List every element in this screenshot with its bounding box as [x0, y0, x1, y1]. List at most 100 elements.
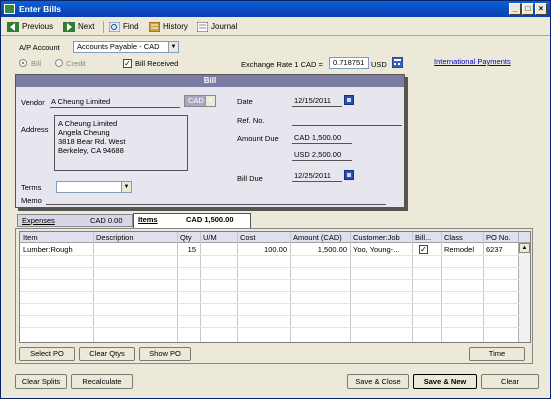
date-label: Date — [237, 97, 253, 106]
previous-button[interactable]: Previous — [7, 20, 53, 34]
row-divider — [20, 255, 530, 256]
international-payments-link[interactable]: International Payments — [434, 57, 511, 66]
tab-items-label: Items — [138, 215, 158, 224]
billable-check-mark: ✓ — [420, 245, 427, 254]
history-button[interactable]: History — [149, 20, 188, 34]
time-button[interactable]: Time — [469, 347, 525, 361]
row-divider — [20, 303, 530, 304]
amount-due-usd-underline — [292, 160, 352, 161]
close-button[interactable]: × — [535, 3, 547, 15]
column-header[interactable]: Cost — [240, 232, 255, 243]
column-header[interactable]: Customer:Job — [353, 232, 400, 243]
next-arrow-icon — [63, 21, 75, 32]
ap-account-label: A/P Account — [19, 43, 60, 52]
row-po-no: 6237 — [486, 245, 503, 254]
window-title: Enter Bills — [19, 4, 62, 14]
history-label: History — [163, 22, 188, 31]
column-header[interactable]: Amount (CAD) — [293, 232, 342, 243]
terms-select[interactable]: ▼ — [56, 181, 132, 193]
next-button[interactable]: Next — [63, 20, 94, 34]
save-new-button[interactable]: Save & New — [413, 374, 477, 389]
row-qty: 15 — [187, 245, 196, 254]
tab-items-amount: CAD 1,500.00 — [186, 215, 234, 224]
journal-button[interactable]: Journal — [197, 20, 237, 34]
window-app-icon — [4, 4, 15, 14]
toolbar: Previous Next Find History Journal — [1, 18, 550, 36]
vendor-field-underline — [50, 107, 180, 108]
row-cost: 100.00 — [264, 245, 287, 254]
exchange-currency: USD — [371, 60, 387, 69]
tab-expenses[interactable]: Expenses CAD 0.00 — [17, 214, 133, 227]
bill-received-checkbox[interactable]: ✓ — [123, 59, 132, 68]
clear-button[interactable]: Clear — [481, 374, 539, 389]
memo-field[interactable] — [46, 204, 386, 205]
bill-due-underline — [292, 181, 342, 182]
row-divider — [20, 279, 530, 280]
ap-account-value: Accounts Payable - CAD — [77, 42, 160, 51]
row-divider — [20, 267, 530, 268]
row-divider — [20, 291, 530, 292]
save-close-button[interactable]: Save & Close — [347, 374, 409, 389]
previous-arrow-icon — [7, 21, 19, 32]
billable-checkbox[interactable]: ✓ — [419, 245, 428, 254]
next-label: Next — [78, 22, 95, 31]
amount-due-cad-underline — [292, 143, 352, 144]
history-icon — [149, 21, 160, 32]
row-divider — [20, 315, 530, 316]
bill-panel: Bill Vendor A Cheung Limited CAD ▼ Date … — [15, 74, 405, 208]
column-header[interactable]: Qty — [180, 232, 192, 243]
exchange-rate-value: 0.718751 — [333, 58, 365, 67]
column-header[interactable]: Description — [96, 232, 134, 243]
address-label: Address — [21, 125, 49, 134]
column-header[interactable]: U/M — [203, 232, 217, 243]
clear-qtys-button[interactable]: Clear Qtys — [79, 347, 135, 361]
enter-bills-window: Enter Bills _ □ × Previous Next Find His… — [0, 0, 551, 399]
address-box[interactable]: A Cheung Limited Angela Cheung 3818 Bear… — [54, 115, 188, 171]
scroll-up-icon[interactable]: ▲ — [519, 243, 530, 253]
date-value[interactable]: 12/15/2011 — [294, 96, 331, 105]
column-header[interactable]: PO No. — [486, 232, 511, 243]
chevron-down-icon: ▼ — [168, 42, 178, 52]
journal-label: Journal — [211, 22, 238, 31]
items-grid[interactable]: Item Description Qty U/M Cost Amount (CA… — [19, 231, 531, 343]
show-po-button[interactable]: Show PO — [139, 347, 191, 361]
address-line: 3818 Bear Rd. West — [58, 137, 126, 146]
exchange-rate-input[interactable]: 0.718751 — [329, 57, 369, 69]
vendor-currency-select[interactable]: CAD ▼ — [184, 95, 216, 107]
vendor-value[interactable]: A Cheung Limited — [51, 97, 110, 106]
ap-account-select[interactable]: Accounts Payable - CAD ▼ — [73, 41, 179, 53]
select-po-button[interactable]: Select PO — [19, 347, 75, 361]
recalculate-button[interactable]: Recalculate — [71, 374, 133, 389]
terms-label: Terms — [21, 183, 42, 192]
bill-radio[interactable] — [19, 59, 27, 67]
amount-due-cad[interactable]: CAD 1,500.00 — [294, 133, 341, 142]
column-header[interactable]: Bill... — [415, 232, 431, 243]
toolbar-separator — [103, 21, 104, 33]
clear-splits-button[interactable]: Clear Splits — [15, 374, 67, 389]
journal-icon — [197, 21, 208, 32]
address-line: A Cheung Limited — [58, 119, 118, 128]
tab-items[interactable]: Items CAD 1,500.00 — [133, 213, 251, 228]
minimize-button[interactable]: _ — [509, 3, 521, 15]
calculator-icon[interactable] — [392, 57, 403, 68]
chevron-down-icon: ▼ — [121, 182, 131, 192]
bill-due-value[interactable]: 12/25/2011 — [294, 171, 331, 180]
column-header[interactable]: Item — [23, 232, 38, 243]
vendor-label: Vendor — [21, 98, 45, 107]
maximize-button[interactable]: □ — [522, 3, 534, 15]
find-button[interactable]: Find — [109, 20, 139, 34]
credit-radio[interactable] — [55, 59, 63, 67]
date-underline — [292, 106, 342, 107]
ref-no-field[interactable] — [292, 125, 402, 126]
find-icon — [109, 21, 120, 32]
bill-due-calendar-icon[interactable] — [344, 170, 354, 180]
chevron-down-icon: ▼ — [205, 96, 215, 106]
date-calendar-icon[interactable] — [344, 95, 354, 105]
table-row[interactable]: Lumber:Rough 15 100.00 1,500.00 Yoo, You… — [20, 244, 518, 255]
amount-due-label: Amount Due — [237, 134, 279, 143]
grid-scrollbar[interactable]: ▲ — [519, 243, 530, 342]
column-header[interactable]: Class — [444, 232, 463, 243]
bill-radio-label: Bill — [31, 59, 42, 68]
ref-no-label: Ref. No. — [237, 116, 265, 125]
row-divider — [20, 327, 530, 328]
